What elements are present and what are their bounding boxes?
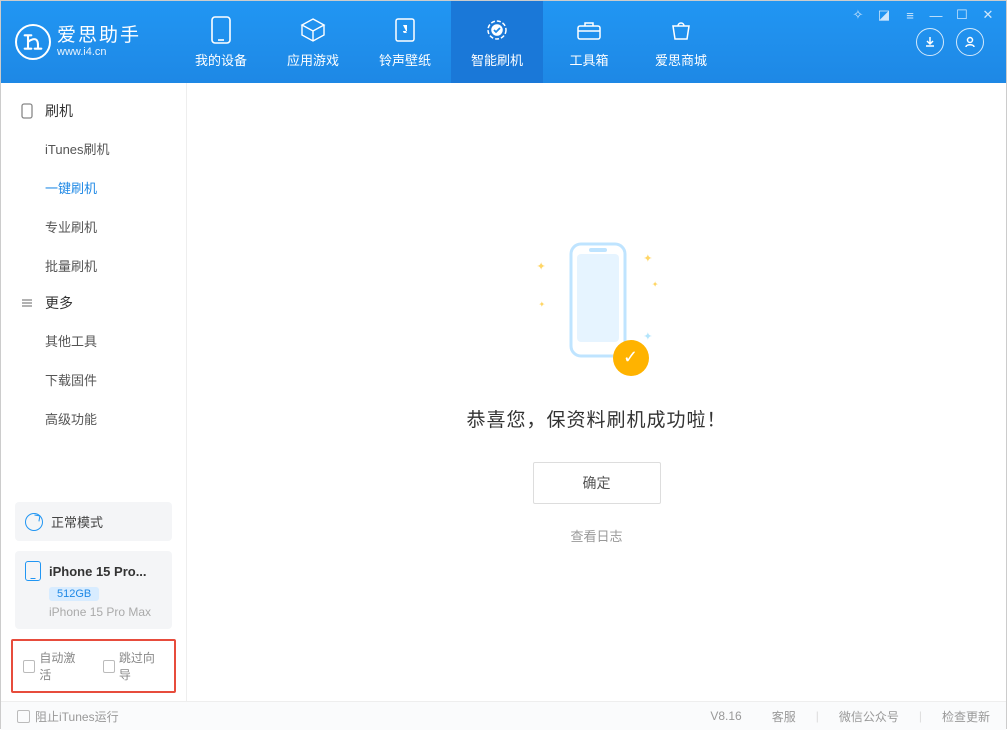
feedback-icon[interactable]: ◪ <box>877 8 891 22</box>
sidebar-group-flash[interactable]: 刷机 <box>1 93 186 129</box>
app-subtitle: www.i4.cn <box>57 46 141 58</box>
nav-label: 铃声壁纸 <box>379 50 431 69</box>
checkbox-auto-activate[interactable]: 自动激活 <box>23 649 85 683</box>
sidebar-item-firmware[interactable]: 下载固件 <box>1 360 186 399</box>
nav-toolbox[interactable]: 工具箱 <box>543 1 635 83</box>
nav-label: 智能刷机 <box>471 50 523 69</box>
nav-smart-flash[interactable]: 智能刷机 <box>451 1 543 83</box>
sparkle-icon: ✦ <box>539 300 546 309</box>
device-model: iPhone 15 Pro Max <box>49 605 162 619</box>
logo-icon <box>15 24 51 60</box>
checkbox-icon <box>103 660 115 673</box>
sidebar-item-advanced[interactable]: 高级功能 <box>1 399 186 438</box>
sparkle-icon: ✦ <box>643 252 652 265</box>
options-highlight-box: 自动激活 跳过向导 <box>11 639 176 693</box>
cube-icon <box>299 16 327 44</box>
flash-icon <box>483 16 511 44</box>
main-nav: 我的设备 应用游戏 铃声壁纸 智能刷机 工具箱 爱思商城 <box>175 1 727 83</box>
nav-label: 我的设备 <box>195 50 247 69</box>
nav-shop[interactable]: 爱思商城 <box>635 1 727 83</box>
device-name: iPhone 15 Pro... <box>49 564 147 579</box>
sidebar-item-itunes[interactable]: iTunes刷机 <box>1 129 186 168</box>
device-small-icon <box>19 103 35 119</box>
separator: | <box>919 709 922 723</box>
ok-button[interactable]: 确定 <box>533 462 661 504</box>
separator: | <box>816 709 819 723</box>
checkbox-icon <box>23 660 35 673</box>
checkbox-skip-guide[interactable]: 跳过向导 <box>103 649 165 683</box>
checkbox-icon <box>17 710 30 723</box>
checkbox-block-itunes[interactable]: 阻止iTunes运行 <box>17 708 119 725</box>
toolbox-icon <box>575 16 603 44</box>
checkbox-label: 阻止iTunes运行 <box>35 708 119 725</box>
music-icon <box>391 16 419 44</box>
shop-icon <box>667 16 695 44</box>
app-title: 爱思助手 <box>57 26 141 47</box>
user-button[interactable] <box>956 28 984 56</box>
success-illustration: ✦ ✦ ✦ ✦ ✦ ✓ <box>537 240 657 380</box>
skin-icon[interactable]: ✧ <box>851 8 865 22</box>
nav-ringtones[interactable]: 铃声壁纸 <box>359 1 451 83</box>
update-link[interactable]: 检查更新 <box>942 708 990 725</box>
nav-label: 应用游戏 <box>287 50 339 69</box>
main-content: ✦ ✦ ✦ ✦ ✦ ✓ 恭喜您，保资料刷机成功啦！ 确定 查看日志 <box>187 83 1006 701</box>
nav-label: 工具箱 <box>569 50 608 69</box>
wechat-link[interactable]: 微信公众号 <box>839 708 899 725</box>
sidebar-item-tools[interactable]: 其他工具 <box>1 321 186 360</box>
mode-box[interactable]: 正常模式 <box>15 502 172 541</box>
minimize-icon[interactable]: — <box>929 8 943 22</box>
download-button[interactable] <box>916 28 944 56</box>
success-message: 恭喜您，保资料刷机成功啦！ <box>466 405 726 432</box>
sidebar-item-oneclick[interactable]: 一键刷机 <box>1 168 186 207</box>
nav-label: 爱思商城 <box>655 50 707 69</box>
menu-icon[interactable]: ≡ <box>903 8 917 22</box>
sparkle-icon: ✦ <box>537 260 546 273</box>
nav-apps-games[interactable]: 应用游戏 <box>267 1 359 83</box>
view-log-link[interactable]: 查看日志 <box>570 526 622 545</box>
checkbox-label: 自动激活 <box>39 649 84 683</box>
sidebar-item-batch[interactable]: 批量刷机 <box>1 246 186 285</box>
status-bar: 阻止iTunes运行 V8.16 客服 | 微信公众号 | 检查更新 <box>1 701 1006 730</box>
device-info-box[interactable]: iPhone 15 Pro... 512GB iPhone 15 Pro Max <box>15 551 172 629</box>
storage-badge: 512GB <box>49 587 99 601</box>
app-logo: 爱思助手 www.i4.cn <box>15 24 155 60</box>
nav-my-device[interactable]: 我的设备 <box>175 1 267 83</box>
check-badge-icon: ✓ <box>613 340 649 376</box>
close-icon[interactable]: ✕ <box>981 8 995 22</box>
phone-icon <box>25 561 41 581</box>
app-header: 爱思助手 www.i4.cn 我的设备 应用游戏 铃声壁纸 智能刷机 工具箱 爱… <box>1 1 1006 83</box>
sidebar: 刷机 iTunes刷机 一键刷机 专业刷机 批量刷机 更多 其他工具 下载固件 … <box>1 83 187 701</box>
more-icon <box>19 295 35 311</box>
sidebar-group-more[interactable]: 更多 <box>1 285 186 321</box>
mode-label: 正常模式 <box>51 512 103 531</box>
maximize-icon[interactable]: ☐ <box>955 8 969 22</box>
window-controls: ✧ ◪ ≡ — ☐ ✕ <box>851 8 995 22</box>
sparkle-icon: ✦ <box>652 280 659 289</box>
sparkle-icon: ✦ <box>643 330 652 343</box>
device-icon <box>207 16 235 44</box>
refresh-icon <box>25 513 43 531</box>
sidebar-item-pro[interactable]: 专业刷机 <box>1 207 186 246</box>
version-label: V8.16 <box>710 709 741 723</box>
phone-illustration-icon <box>567 240 629 360</box>
checkbox-label: 跳过向导 <box>119 649 164 683</box>
sidebar-group-label: 更多 <box>45 293 73 313</box>
sidebar-group-label: 刷机 <box>45 101 73 121</box>
support-link[interactable]: 客服 <box>772 708 796 725</box>
